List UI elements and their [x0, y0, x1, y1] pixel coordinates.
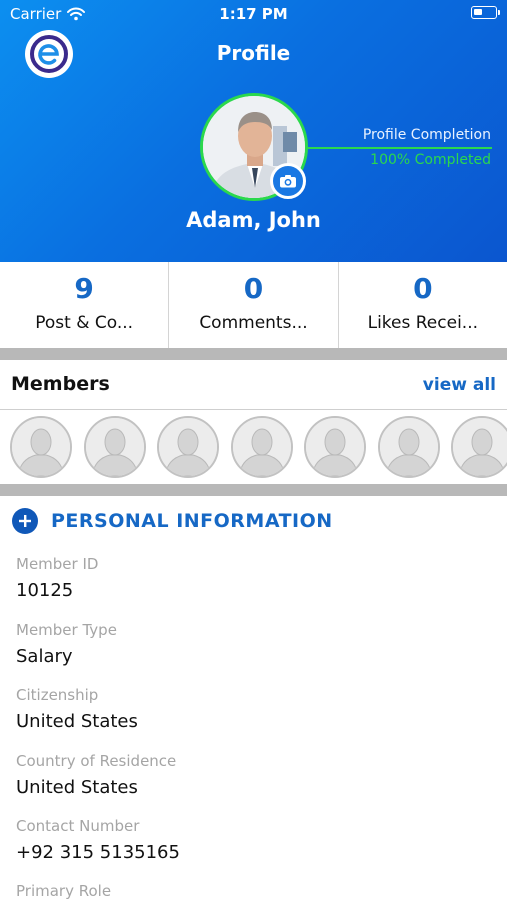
stat-posts[interactable]: 9 Post & Co... [0, 262, 170, 348]
profile-completion-status: 100% Completed [370, 152, 491, 168]
personal-info-title: PERSONAL INFORMATION [51, 510, 333, 532]
battery-icon [471, 6, 500, 19]
member-placeholder-icon [159, 418, 217, 476]
member-avatar[interactable] [451, 416, 507, 478]
member-placeholder-icon [379, 418, 438, 476]
member-placeholder-icon [85, 418, 144, 476]
stat-comments-value: 0 [243, 272, 264, 305]
field-value: United States [16, 777, 138, 798]
field-citizenship: Citizenship United States [16, 686, 138, 732]
stat-posts-label: Post & Co... [35, 313, 134, 333]
page-title: Profile [216, 41, 291, 65]
stat-comments[interactable]: 0 Comments... [169, 262, 339, 348]
section-divider [0, 484, 507, 496]
field-primary-role: Primary Role [16, 882, 111, 900]
status-bar: Carrier 1:17 PM [0, 0, 507, 30]
profile-header: Carrier 1:17 PM Profile Profile Completi… [0, 0, 507, 262]
field-label: Primary Role [16, 882, 112, 900]
change-photo-button[interactable] [270, 163, 306, 199]
field-label: Member ID [16, 555, 99, 573]
member-avatar[interactable] [304, 416, 366, 478]
field-label: Contact Number [16, 817, 140, 835]
stat-comments-label: Comments... [199, 313, 308, 333]
camera-icon [280, 175, 296, 188]
status-time: 1:17 PM [219, 5, 288, 23]
field-label: Country of Residence [16, 752, 177, 770]
member-avatar[interactable] [157, 416, 219, 478]
view-all-members-link[interactable]: view all [423, 375, 496, 395]
member-placeholder-icon [306, 418, 364, 476]
field-value: +92 315 5135165 [16, 842, 180, 863]
member-avatar[interactable] [377, 416, 440, 478]
members-header: Members view all [0, 360, 507, 410]
profile-completion-bar [307, 147, 492, 149]
stat-likes-value: 0 [413, 272, 433, 305]
stat-likes-label: Likes Recei... [367, 313, 479, 333]
field-label: Member Type [16, 621, 117, 639]
field-country-of-residence: Country of Residence United States [16, 752, 176, 798]
field-member-type: Member Type Salary [16, 621, 117, 667]
member-placeholder-icon [12, 418, 70, 476]
stat-posts-value: 9 [74, 272, 94, 305]
field-label: Citizenship [16, 686, 99, 704]
member-placeholder-icon [453, 418, 507, 476]
user-name: Adam, John [186, 208, 321, 232]
member-avatar[interactable] [83, 416, 146, 478]
stat-likes[interactable]: 0 Likes Recei... [339, 262, 507, 348]
profile-completion-title: Profile Completion [362, 127, 491, 143]
field-value: Salary [16, 646, 73, 667]
section-divider [0, 348, 507, 360]
members-list [10, 416, 507, 478]
member-placeholder-icon [232, 418, 291, 476]
member-avatar[interactable] [230, 416, 293, 478]
field-contact-number: Contact Number +92 315 5135165 [16, 817, 180, 863]
personal-info-header[interactable]: PERSONAL INFORMATION [12, 508, 333, 534]
field-value: 10125 [16, 580, 74, 601]
plus-icon [12, 508, 38, 534]
member-avatar[interactable] [10, 416, 72, 478]
members-title: Members [11, 373, 110, 395]
field-member-id: Member ID 10125 [16, 555, 98, 601]
profile-stats: 9 Post & Co... 0 Comments... 0 Likes Rec… [0, 262, 507, 348]
field-value: United States [16, 711, 138, 732]
